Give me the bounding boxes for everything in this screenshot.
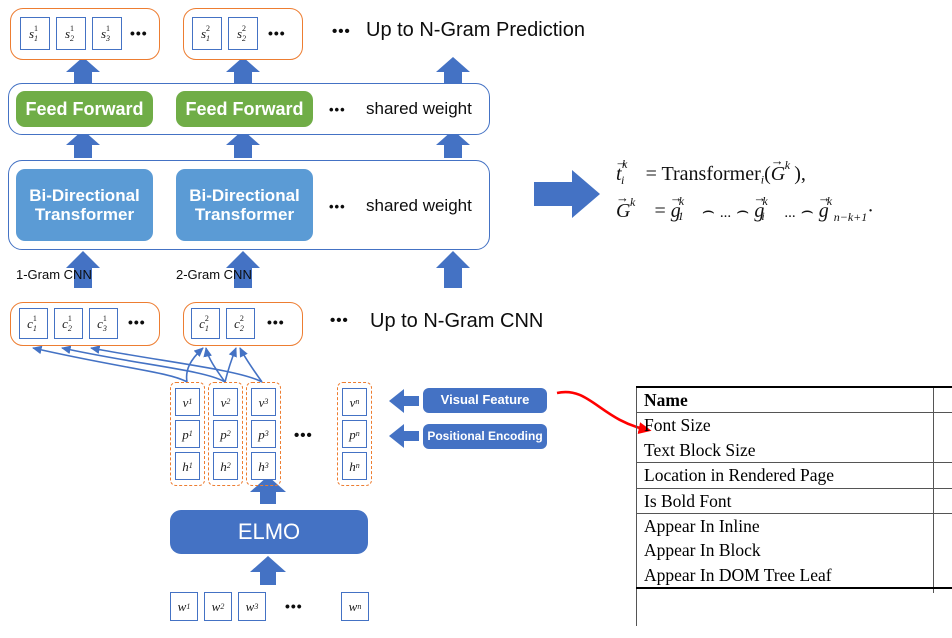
elmo-block[interactable]: ELMO [170, 510, 368, 554]
embedding-token-v-last: vn [342, 388, 367, 416]
cnn-token: c13 [89, 308, 118, 339]
embedding-token-v: v3 [251, 388, 276, 416]
embedding-token-p-last: pn [342, 420, 367, 448]
table-row: Location in Rendered Page [636, 462, 952, 489]
feed-forward-block[interactable]: Feed Forward [16, 91, 153, 127]
right-arrow-formula [534, 170, 600, 218]
table-second-column [933, 437, 952, 463]
formula-line-2: G → k = g → k 1 ⌢ ... ⌢ g → k i ... ⌢ g → k n−k+1· [616, 190, 874, 225]
formula-line-1: t → k i = Transformeri(G → k), [615, 153, 806, 187]
cnn-token: c21 [191, 308, 220, 339]
word-row-ellipsis: ••• [285, 598, 303, 614]
table-row: Text Block Size [636, 437, 952, 463]
transformer-block[interactable]: Bi-Directional Transformer [176, 169, 313, 241]
table-row: Is Bold Font [636, 487, 952, 514]
table-row: Font Size [636, 412, 952, 438]
embedding-token-p: p3 [251, 420, 276, 448]
prediction-group-1-ellipsis: ••• [130, 25, 148, 41]
embedding-token-p: p2 [213, 420, 238, 448]
positional-encoding-button[interactable]: Positional Encoding [423, 424, 547, 449]
embedding-token-h-last: hn [342, 452, 367, 480]
table-second-column [933, 512, 952, 539]
word-token-last: wn [341, 592, 369, 621]
table-second-column [933, 562, 952, 589]
visual-feature-button[interactable]: Visual Feature [423, 388, 547, 413]
table-second-column [933, 587, 952, 594]
table-cell-name: Appear In Inline [636, 512, 934, 539]
left-arrow-visual-feature [389, 389, 419, 413]
prediction-token: s11 [20, 17, 50, 50]
table-second-column [933, 462, 952, 489]
transformer-block-line: Bi-Directional [29, 185, 140, 205]
prediction-group-2-ellipsis: ••• [268, 25, 286, 41]
transformer-block-line: Transformer [34, 205, 135, 224]
cnn-group-1-ellipsis: ••• [128, 314, 146, 330]
cnn-token: c11 [19, 308, 48, 339]
prediction-token: s22 [228, 17, 258, 50]
prediction-token: s13 [92, 17, 122, 50]
table-cell-name: Text Block Size [644, 439, 756, 460]
table-row: Appear In DOM Tree Leaf [636, 562, 952, 589]
embedding-token-v: v2 [213, 388, 238, 416]
table-second-column [933, 412, 952, 438]
cnn-caption-1gram: 1-Gram CNN [16, 267, 92, 282]
up-arrow-group-cnn-to-transformer [66, 251, 470, 288]
table-cell-name: Font Size [636, 412, 934, 438]
word-token: w2 [204, 592, 232, 621]
embedding-token-p: p1 [175, 420, 200, 448]
cnn-row-ellipsis: ••• [330, 312, 349, 329]
cnn-caption-2gram: 2-Gram CNN [176, 267, 252, 282]
prediction-token: s12 [56, 17, 86, 50]
word-token: w1 [170, 592, 198, 621]
table-cell-name: Location in Rendered Page [636, 462, 934, 489]
cnn-token: c12 [54, 308, 83, 339]
feed-forward-note: shared weight [366, 99, 472, 118]
cnn-group-2-ellipsis: ••• [267, 314, 285, 330]
prediction-token: s21 [192, 17, 222, 50]
cnn-token: c22 [226, 308, 255, 339]
transformer-note: shared weight [366, 196, 472, 215]
red-pointer-arrow [556, 390, 652, 434]
up-arrow-group-prediction [66, 57, 470, 85]
table-cell-name: Appear In DOM Tree Leaf [644, 564, 832, 585]
table-second-column [933, 386, 952, 413]
table-cell-name: Appear In Block [644, 540, 761, 561]
word-token: w3 [238, 592, 266, 621]
formula-block: t → k i = Transformeri(G → k), G → k = g → k 1 ⌢ .… [615, 153, 946, 240]
table-cell-name: Is Bold Font [636, 487, 934, 514]
table-second-column [933, 487, 952, 514]
table-header-name: Name [636, 386, 934, 413]
transformer-block-line: Bi-Directional [189, 185, 300, 205]
cnn-row-label: Up to N-Gram CNN [370, 310, 544, 332]
transformer-block[interactable]: Bi-Directional Transformer [16, 169, 153, 241]
feature-table: Name Font Size Text Block Size Location … [636, 386, 952, 594]
embedding-row-ellipsis: ••• [294, 427, 313, 444]
left-arrow-positional-encoding [389, 424, 419, 448]
embedding-token-h: h1 [175, 452, 200, 480]
table-header-row: Name [636, 386, 952, 413]
prediction-row-ellipsis: ••• [332, 23, 351, 40]
embedding-token-h: h3 [251, 452, 276, 480]
feed-forward-ellipsis: ••• [329, 102, 346, 117]
embedding-token-h: h2 [213, 452, 238, 480]
embedding-token-v: v1 [175, 388, 200, 416]
table-bottom-cell [636, 587, 934, 594]
table-row: Appear In Block [636, 538, 952, 563]
prediction-row-label: Up to N-Gram Prediction [366, 19, 585, 41]
table-row: Appear In Inline [636, 512, 952, 539]
table-second-column [933, 538, 952, 563]
feed-forward-block[interactable]: Feed Forward [176, 91, 313, 127]
up-arrow-words-to-elmo [250, 556, 286, 585]
table-bottom-rule [636, 587, 952, 594]
transformer-block-line: Transformer [194, 205, 295, 224]
transformer-ellipsis: ••• [329, 199, 346, 214]
cnn-curve-connectors [32, 345, 263, 383]
